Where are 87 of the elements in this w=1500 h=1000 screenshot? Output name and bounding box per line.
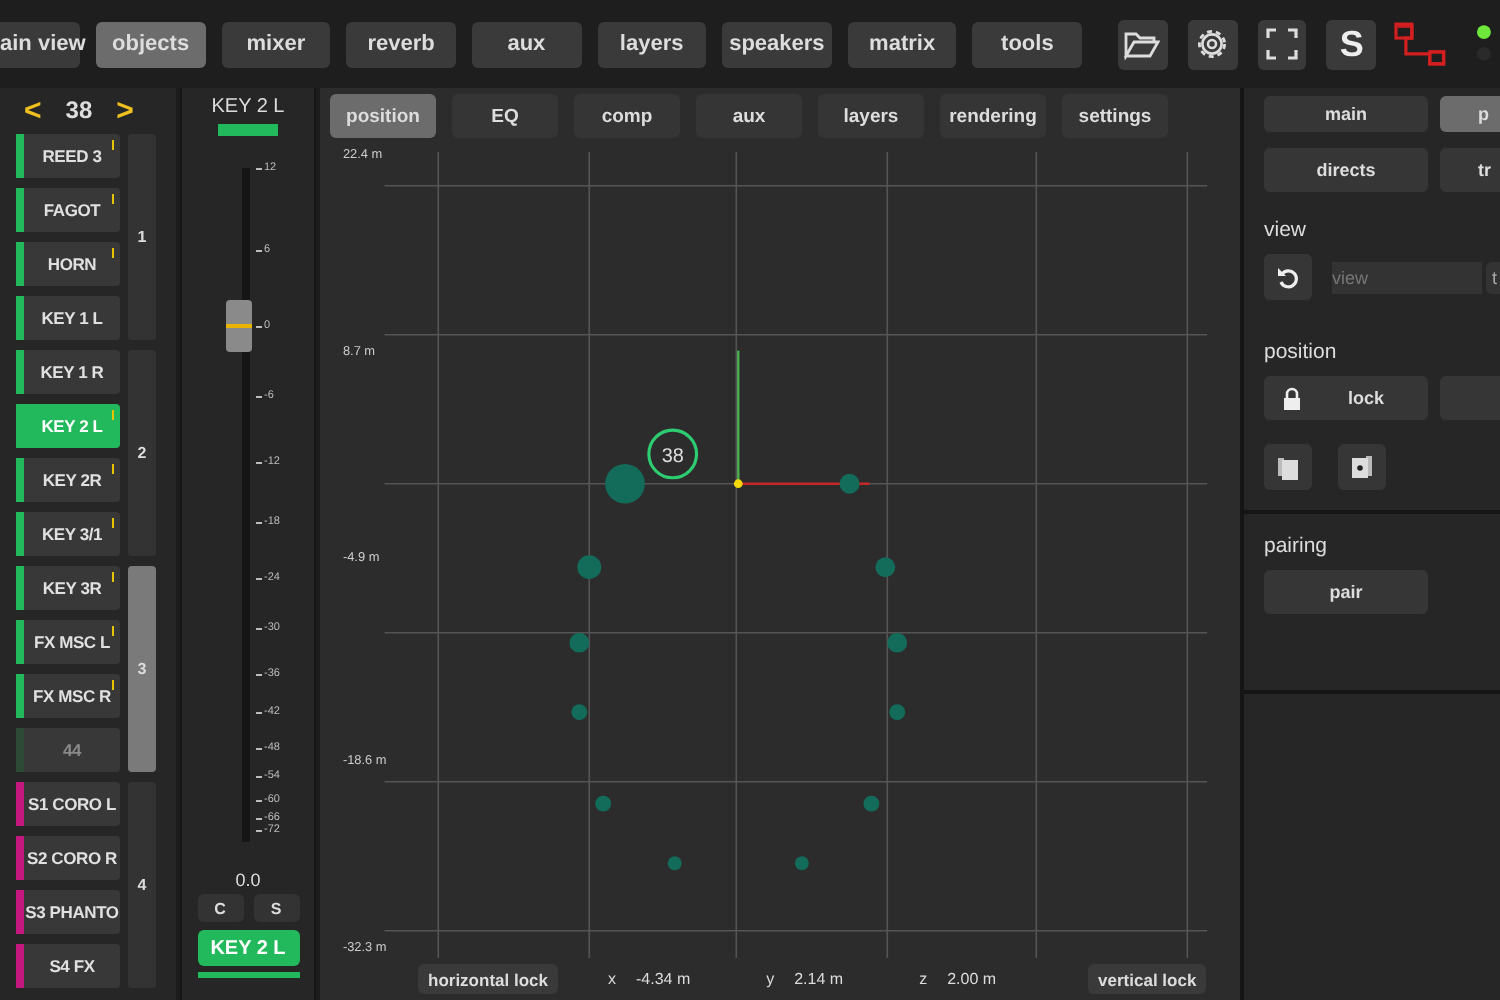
speaker-dot[interactable]: [839, 473, 860, 494]
channel-button[interactable]: C: [197, 894, 243, 922]
object-item[interactable]: S1 CORO L: [16, 782, 120, 826]
folder-icon[interactable]: [1118, 19, 1168, 69]
y-axis-line: [737, 350, 740, 484]
object-item[interactable]: FAGOT: [16, 188, 120, 232]
coordinate-value: 2.00 m: [947, 970, 997, 989]
nav-tab[interactable]: tools: [972, 21, 1082, 67]
panel-tab[interactable]: rendering: [940, 94, 1046, 138]
speaker-dot[interactable]: [875, 556, 896, 577]
object-item[interactable]: KEY 1 L: [16, 296, 120, 340]
channel-name: KEY 2 L: [211, 96, 285, 118]
side-tab[interactable]: directs: [1264, 148, 1428, 192]
routing-icon[interactable]: [1392, 20, 1449, 68]
next-button[interactable]: >: [116, 93, 134, 127]
axis-name: z: [919, 970, 928, 989]
level-meter: [218, 124, 278, 136]
reset-icon[interactable]: [1264, 254, 1312, 300]
object-marker[interactable]: 38: [647, 428, 699, 480]
copy-icon[interactable]: [1264, 444, 1312, 490]
previous-button[interactable]: <: [24, 93, 42, 127]
axis-name: y: [766, 970, 775, 989]
object-item[interactable]: S2 CORO R: [16, 836, 120, 880]
speaker-dot[interactable]: [569, 632, 590, 653]
speaker-dot[interactable]: [605, 463, 645, 504]
horizontal-lock-button[interactable]: horizontal lock: [418, 964, 558, 995]
group-bar[interactable]: 1: [128, 134, 156, 340]
speaker-dot[interactable]: [577, 554, 602, 579]
lock-icon: [1280, 386, 1304, 410]
speaker-dot[interactable]: [571, 703, 588, 720]
object-item[interactable]: REED 3: [16, 134, 120, 178]
speaker-dot[interactable]: [667, 855, 682, 870]
section-title: pairing: [1264, 534, 1330, 558]
object-item[interactable]: S4 FX: [16, 944, 120, 988]
s-button[interactable]: S: [1326, 19, 1377, 69]
view-field[interactable]: view: [1332, 261, 1482, 293]
fullscreen-icon[interactable]: [1257, 19, 1307, 69]
panel-tab[interactable]: comp: [574, 94, 680, 138]
pair-button[interactable]: pair: [1264, 570, 1428, 614]
panel-tab[interactable]: layers: [818, 94, 924, 138]
side-tab[interactable]: p: [1440, 96, 1500, 132]
fader-thumb[interactable]: [226, 300, 252, 353]
object-item[interactable]: FX MSC L: [16, 620, 120, 664]
vertical-lock-button[interactable]: vertical lock: [1088, 964, 1207, 995]
object-item[interactable]: FX MSC R: [16, 674, 120, 718]
panel-tab[interactable]: EQ: [452, 94, 558, 138]
object-item[interactable]: KEY 3/1: [16, 512, 120, 556]
nav-tab[interactable]: mixer: [221, 21, 331, 67]
nav-tab[interactable]: objects: [96, 21, 206, 67]
object-item[interactable]: KEY 3R: [16, 566, 120, 610]
gain-readout: 0.0: [235, 870, 261, 890]
side-tab[interactable]: main: [1264, 96, 1428, 132]
nav-tab[interactable]: layers: [597, 21, 707, 67]
nav-tab[interactable]: speakers: [722, 21, 832, 67]
nav-tab[interactable]: matrix: [847, 21, 957, 67]
group-bar[interactable]: 2: [128, 350, 156, 556]
lock-button[interactable]: lock: [1264, 376, 1428, 420]
x-axis-line: [738, 482, 870, 485]
object-item[interactable]: S3 PHANTO: [16, 890, 120, 934]
object-item[interactable]: HORN: [16, 242, 120, 286]
status-light-icon: [1476, 24, 1493, 64]
channel-button[interactable]: S: [253, 894, 299, 922]
panel-tab[interactable]: aux: [696, 94, 802, 138]
active-underline: [197, 972, 299, 978]
settings-icon[interactable]: [1187, 19, 1238, 69]
speaker-dot[interactable]: [794, 855, 809, 870]
view-option-button[interactable]: t: [1486, 261, 1500, 293]
nav-tab[interactable]: aux: [471, 21, 581, 67]
coordinate-value: -4.34 m: [635, 970, 691, 989]
object-item[interactable]: KEY 2R: [16, 458, 120, 502]
speaker-dot[interactable]: [887, 632, 908, 653]
section-title: position: [1264, 340, 1339, 364]
origin-dot: [733, 479, 743, 488]
paste-icon[interactable]: [1338, 444, 1386, 490]
group-bar[interactable]: 4: [128, 782, 156, 988]
speaker-dot[interactable]: [889, 703, 906, 720]
panel-tab[interactable]: position: [330, 94, 436, 138]
coordinate-value: 2.14 m: [794, 970, 844, 989]
object-number: 38: [65, 96, 93, 124]
section-title: view: [1264, 218, 1309, 242]
speaker-dot[interactable]: [595, 795, 612, 812]
object-item[interactable]: KEY 1 R: [16, 350, 120, 394]
panel-tab[interactable]: settings: [1062, 94, 1168, 138]
side-tab[interactable]: tr: [1440, 148, 1500, 192]
axis-name: x: [607, 970, 616, 989]
speaker-dot[interactable]: [863, 795, 880, 812]
nav-tab[interactable]: reverb: [346, 21, 456, 67]
